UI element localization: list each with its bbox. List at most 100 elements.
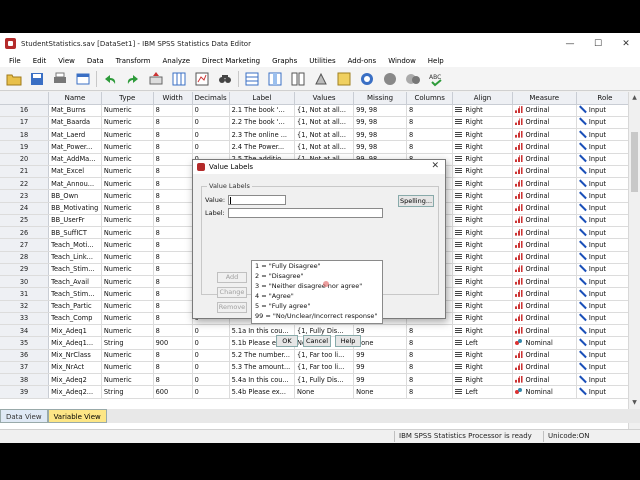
tab-variable-view[interactable]: Variable View [47,409,107,423]
cell-columns[interactable]: 8 [406,128,454,142]
cell-missing[interactable]: 99 [353,349,407,362]
cell-type[interactable]: Numeric [101,189,154,203]
cell-decimals[interactable]: 0 [192,116,230,130]
cell-align[interactable]: Right [452,128,513,142]
cell-values[interactable]: {1, Not at all... [294,140,355,154]
cell-align[interactable]: Right [452,238,513,252]
col-header-type[interactable]: Type [101,92,154,105]
menu-direct-marketing[interactable]: Direct Marketing [196,57,266,65]
cell-width[interactable]: 8 [153,214,193,228]
print-icon[interactable] [50,70,69,88]
cell-label[interactable]: 5.3 The amount... [229,361,296,375]
row-number[interactable]: 39 [0,385,50,399]
cell-columns[interactable]: 8 [406,373,454,387]
cell-label[interactable]: 5.4b Please ex... [229,385,296,399]
cell-decimals[interactable]: 0 [192,373,230,387]
cell-type[interactable]: Numeric [101,312,154,326]
row-number[interactable]: 34 [0,324,50,338]
cell-decimals[interactable]: 0 [192,324,230,338]
cell-measure[interactable]: Ordinal [512,165,577,179]
cell-role[interactable]: Input [576,116,628,130]
cell-measure[interactable]: Ordinal [512,361,577,375]
table-row[interactable]: 18 Mat_Laerd Numeric 8 0 2.3 The online ... {1… [0,128,628,142]
cell-name[interactable]: Teach_Comp [48,312,102,326]
cell-align[interactable]: Right [452,116,513,130]
col-header-measure[interactable]: Measure [512,92,577,105]
cell-align[interactable]: Right [452,226,513,240]
cell-name[interactable]: Mat_Power... [48,140,102,154]
cell-width[interactable]: 8 [153,300,193,313]
cell-width[interactable]: 8 [153,263,193,277]
change-button[interactable]: Change [217,287,247,298]
cell-measure[interactable]: Ordinal [512,177,577,191]
cell-measure[interactable]: Ordinal [512,287,577,301]
select-cases-icon[interactable] [334,70,353,88]
split-file-icon[interactable] [288,70,307,88]
menu-data[interactable]: Data [81,57,110,65]
col-header-values[interactable]: Values [294,92,355,105]
cell-values[interactable]: {1, Not at all... [294,116,355,130]
cell-align[interactable]: Right [452,140,513,154]
close-button[interactable]: ✕ [612,33,640,54]
cell-width[interactable]: 8 [153,287,193,301]
cell-type[interactable]: Numeric [101,349,154,362]
redo-icon[interactable] [123,70,142,88]
cell-role[interactable]: Input [576,324,628,338]
cell-type[interactable]: Numeric [101,202,154,215]
cell-measure[interactable]: Ordinal [512,349,577,362]
goto-variable-icon[interactable] [169,70,188,88]
cell-name[interactable]: Mat_Laerd [48,128,102,142]
cell-name[interactable]: Mat_Baarda [48,116,102,130]
cell-columns[interactable]: 8 [406,336,454,350]
cell-width[interactable]: 8 [153,349,193,362]
cell-role[interactable]: Input [576,251,628,264]
cell-align[interactable]: Right [452,202,513,215]
cell-name[interactable]: BB_UserFr [48,214,102,228]
cell-measure[interactable]: Ordinal [512,300,577,313]
cell-align[interactable]: Right [452,349,513,362]
cell-width[interactable]: 8 [153,324,193,338]
table-row[interactable]: 17 Mat_Baarda Numeric 8 0 2.2 The book '... {1… [0,116,628,130]
minimize-button[interactable]: — [556,33,584,54]
menu-add-ons[interactable]: Add-ons [342,57,383,65]
cell-role[interactable]: Input [576,128,628,142]
row-number[interactable]: 17 [0,116,50,130]
cell-role[interactable]: Input [576,336,628,350]
cell-label[interactable]: 5.2 The number... [229,349,296,362]
menu-window[interactable]: Window [382,57,422,65]
cell-width[interactable]: 8 [153,189,193,203]
recall-dialog-icon[interactable] [73,70,92,88]
cell-label[interactable]: 5.4a In this cou... [229,373,296,387]
insert-cases-icon[interactable] [242,70,261,88]
col-header-missing[interactable]: Missing [353,92,407,105]
cell-values[interactable]: {1, Not at all... [294,128,355,142]
row-number[interactable]: 22 [0,177,50,191]
cell-width[interactable]: 8 [153,153,193,166]
goto-case-icon[interactable] [146,70,165,88]
row-number[interactable]: 29 [0,263,50,277]
cell-type[interactable]: String [101,385,154,399]
cell-role[interactable]: Input [576,214,628,228]
cell-type[interactable]: Numeric [101,251,154,264]
cell-align[interactable]: Left [452,336,513,350]
cell-measure[interactable]: Ordinal [512,238,577,252]
cell-align[interactable]: Right [452,165,513,179]
cell-measure[interactable]: Ordinal [512,226,577,240]
list-item[interactable]: 99 = "No/Unclear/Incorrect response" [252,311,382,321]
cell-type[interactable]: Numeric [101,104,154,117]
cell-type[interactable]: Numeric [101,238,154,252]
cell-name[interactable]: Mix_NrAct [48,361,102,375]
cell-width[interactable]: 8 [153,116,193,130]
cell-columns[interactable]: 8 [406,349,454,362]
cell-name[interactable]: Mat_AddMa... [48,153,102,166]
row-number[interactable]: 28 [0,251,50,264]
help-button[interactable]: Help [335,335,361,347]
cell-measure[interactable]: Ordinal [512,312,577,326]
cell-columns[interactable]: 8 [406,116,454,130]
add-button[interactable]: Add [217,272,247,283]
cell-role[interactable]: Input [576,385,628,399]
cell-role[interactable]: Input [576,361,628,375]
cell-decimals[interactable]: 0 [192,128,230,142]
cell-width[interactable]: 600 [153,385,193,399]
cell-width[interactable]: 8 [153,104,193,117]
